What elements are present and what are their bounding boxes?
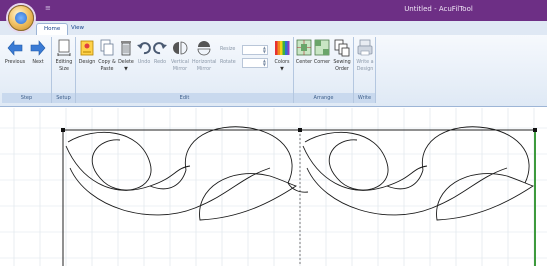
group-arrange: Center Corner Sewing Order Arrange <box>294 37 354 103</box>
rotate-label: Rotate <box>220 60 236 65</box>
top-right-handle[interactable] <box>533 128 537 132</box>
group-label-write: Write <box>354 93 375 103</box>
arrow-right-icon <box>30 39 46 57</box>
group-step: Previous Next Step <box>2 37 52 103</box>
horizontal-mirror-label-2: Mirror <box>196 66 212 72</box>
horizontal-mirror-label-1: Horizontal <box>192 60 217 65</box>
horizontal-mirror-button[interactable]: Horizontal Mirror <box>192 37 217 93</box>
rotate-input[interactable]: ▲ ▼ <box>242 57 268 68</box>
ribbon-tab-row: Home View <box>0 21 547 35</box>
design-label: Design <box>78 60 96 65</box>
center-icon <box>296 39 312 57</box>
tab-view[interactable]: View <box>64 23 91 35</box>
copy-paste-button[interactable]: Copy & Paste <box>96 37 118 93</box>
write-a-design-button[interactable]: Write a Design <box>355 37 375 93</box>
top-center-handle[interactable] <box>298 128 302 132</box>
copy-icon <box>99 39 115 57</box>
colors-button[interactable]: Colors ▼ <box>272 37 292 93</box>
resize-label: Resize <box>220 47 236 52</box>
previous-label: Previous <box>4 60 26 65</box>
previous-button[interactable]: Previous <box>4 37 26 93</box>
resize-input[interactable]: ▲ ▼ <box>242 44 268 55</box>
write-a-design-label-2: Design <box>356 66 374 72</box>
design-grid <box>0 108 547 266</box>
corner-label: Corner <box>313 60 331 65</box>
arrow-left-icon <box>7 39 23 57</box>
redo-button[interactable]: Redo <box>152 37 168 93</box>
resize-control: Resize ▲ ▼ <box>217 44 268 55</box>
undo-button[interactable]: Undo <box>136 37 152 93</box>
vertical-mirror-button[interactable]: Vertical Mirror <box>169 37 191 93</box>
rotate-control: Rotate ▲ ▼ <box>217 57 268 68</box>
undo-icon <box>136 39 152 57</box>
group-setup: Editing Size Setup <box>52 37 76 103</box>
redo-label: Redo <box>153 60 167 65</box>
editing-size-label-1: Editing <box>55 60 73 65</box>
editing-size-button[interactable]: Editing Size <box>54 37 74 93</box>
window-title: Untitled - AcuFilTool <box>404 5 473 13</box>
copy-paste-label-2: Paste <box>100 66 114 72</box>
center-label: Center <box>295 60 313 65</box>
group-label-setup: Setup <box>52 93 75 103</box>
sewing-order-label-1: Sewing <box>333 60 351 65</box>
delete-button[interactable]: Delete ▼ <box>117 37 135 93</box>
ribbon: Previous Next Step Editing Size Setup De… <box>0 35 547 107</box>
corner-button[interactable]: Corner <box>313 37 331 93</box>
top-left-handle[interactable] <box>61 128 65 132</box>
editing-size-label-2: Size <box>59 66 69 72</box>
vertical-mirror-label-2: Mirror <box>172 66 188 72</box>
title-bar: ≡ Untitled - AcuFilTool <box>0 0 547 21</box>
mirror-horizontal-icon <box>196 39 212 57</box>
group-edit: Design Copy & Paste Delete ▼ Undo Redo V… <box>76 37 294 103</box>
delete-label: Delete <box>118 60 134 65</box>
design-button[interactable]: Design <box>78 37 96 93</box>
sewing-order-label-2: Order <box>335 66 349 72</box>
copy-paste-label-1: Copy & <box>98 60 116 65</box>
page-size-icon <box>56 39 72 57</box>
write-design-icon <box>357 39 373 57</box>
color-palette-icon <box>274 39 290 57</box>
group-label-step: Step <box>2 93 51 103</box>
app-orb-icon[interactable] <box>8 5 34 31</box>
next-button[interactable]: Next <box>28 37 48 93</box>
design-canvas[interactable] <box>0 108 547 266</box>
mirror-vertical-icon <box>172 39 188 57</box>
sewing-order-icon <box>334 39 350 57</box>
vertical-mirror-label-1: Vertical <box>171 60 189 65</box>
redo-icon <box>152 39 168 57</box>
group-write: Write a Design Write <box>354 37 376 103</box>
next-label: Next <box>32 60 44 65</box>
corner-icon <box>314 39 330 57</box>
group-label-arrange: Arrange <box>294 93 353 103</box>
undo-label: Undo <box>137 60 151 65</box>
group-label-edit: Edit <box>76 93 293 103</box>
write-a-design-label-1: Write a <box>356 60 374 65</box>
design-icon <box>79 39 95 57</box>
colors-label: Colors <box>274 60 290 65</box>
colors-dropdown-arrow[interactable]: ▼ <box>272 67 292 74</box>
delete-dropdown-arrow[interactable]: ▼ <box>117 67 135 74</box>
trash-icon <box>118 39 134 57</box>
center-button[interactable]: Center <box>295 37 313 93</box>
sewing-order-button[interactable]: Sewing Order <box>331 37 353 93</box>
